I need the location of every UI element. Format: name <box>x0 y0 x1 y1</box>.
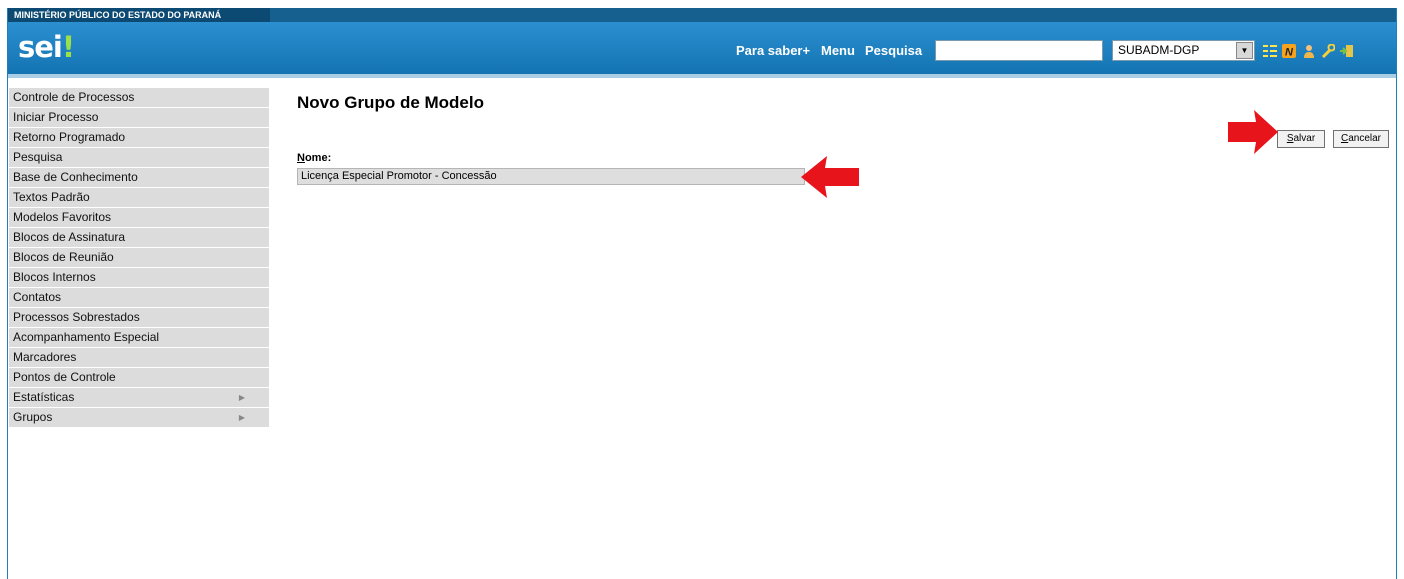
chevron-down-icon[interactable]: ▼ <box>1236 42 1253 59</box>
cancel-button[interactable]: Cancelar <box>1333 130 1389 148</box>
annotation-arrow-right <box>1228 110 1278 154</box>
sidebar-item-label: Textos Padrão <box>13 190 90 204</box>
sidebar-item-processos-sobrestados[interactable]: Processos Sobrestados <box>9 308 269 328</box>
name-field[interactable]: Licença Especial Promotor - Concessão <box>297 168 805 185</box>
name-label-accesskey: N <box>297 152 305 164</box>
sidebar-item-label: Blocos Internos <box>13 270 96 284</box>
sidebar-item-label: Marcadores <box>13 350 77 364</box>
top-strip: MINISTÉRIO PÚBLICO DO ESTADO DO PARANÁ <box>8 8 1396 22</box>
page-title: Novo Grupo de Modelo <box>297 93 484 112</box>
menu-link[interactable]: Menu <box>821 43 855 58</box>
sidebar-item-label: Estatísticas <box>13 390 75 404</box>
user-icon[interactable] <box>1302 44 1316 58</box>
sidebar-menu: Controle de Processos Iniciar Processo R… <box>9 88 269 428</box>
annotation-arrow-left <box>801 156 859 198</box>
list-view-icon[interactable] <box>1263 44 1277 58</box>
sidebar-item-label: Grupos <box>13 410 53 424</box>
sidebar-item-pontos-de-controle[interactable]: Pontos de Controle <box>9 368 269 388</box>
cancel-label: ancelar <box>1348 133 1382 144</box>
sidebar-item-marcadores[interactable]: Marcadores <box>9 348 269 368</box>
sei-logo[interactable]: sei! <box>18 30 75 64</box>
sidebar-item-pesquisa[interactable]: Pesquisa <box>9 148 269 168</box>
header-bar: sei! Para saber+ Menu Pesquisa SUBADM-DG… <box>8 22 1396 74</box>
sidebar-item-label: Base de Conhecimento <box>13 170 138 184</box>
sidebar-item-modelos-favoritos[interactable]: Modelos Favoritos <box>9 208 269 228</box>
sidebar-item-retorno-programado[interactable]: Retorno Programado <box>9 128 269 148</box>
sidebar-item-label: Contatos <box>13 290 62 304</box>
sidebar-item-label: Retorno Programado <box>13 130 126 144</box>
organization-name: MINISTÉRIO PÚBLICO DO ESTADO DO PARANÁ <box>8 8 270 22</box>
name-label-text: ome: <box>304 152 332 164</box>
logo-text: sei <box>18 30 63 64</box>
sidebar-item-contatos[interactable]: Contatos <box>9 288 269 308</box>
chevron-right-icon: ▶ <box>238 413 245 422</box>
sidebar-item-blocos-de-assinatura[interactable]: Blocos de Assinatura <box>9 228 269 248</box>
exit-icon[interactable] <box>1340 44 1354 58</box>
sidebar-item-blocos-de-reuniao[interactable]: Blocos de Reunião <box>9 248 269 268</box>
sidebar-item-controle-de-processos[interactable]: Controle de Processos <box>9 88 269 108</box>
header-divider <box>8 74 1396 78</box>
app-window: MINISTÉRIO PÚBLICO DO ESTADO DO PARANÁ s… <box>7 8 1397 579</box>
sidebar-item-iniciar-processo[interactable]: Iniciar Processo <box>9 108 269 128</box>
sidebar-item-base-de-conhecimento[interactable]: Base de Conhecimento <box>9 168 269 188</box>
chevron-right-icon: ▶ <box>238 393 245 402</box>
unit-select[interactable]: SUBADM-DGP ▼ <box>1112 40 1255 61</box>
sidebar-item-blocos-internos[interactable]: Blocos Internos <box>9 268 269 288</box>
sidebar-item-acompanhamento-especial[interactable]: Acompanhamento Especial <box>9 328 269 348</box>
sidebar-item-label: Modelos Favoritos <box>13 210 112 224</box>
pesquisa-label[interactable]: Pesquisa <box>865 43 922 58</box>
sidebar-item-label: Pontos de Controle <box>13 370 116 384</box>
logo-mark: ! <box>61 30 75 64</box>
svg-text:N: N <box>1285 47 1294 59</box>
sidebar-item-label: Acompanhamento Especial <box>13 330 160 344</box>
para-saber-link[interactable]: Para saber+ <box>736 43 810 58</box>
sidebar-item-textos-padrao[interactable]: Textos Padrão <box>9 188 269 208</box>
sidebar-item-label: Pesquisa <box>13 150 63 164</box>
sidebar-item-label: Blocos de Assinatura <box>13 230 126 244</box>
save-label: alvar <box>1293 133 1316 144</box>
unit-select-value: SUBADM-DGP <box>1118 43 1200 57</box>
sidebar-item-label: Iniciar Processo <box>13 110 99 124</box>
search-input[interactable] <box>935 40 1103 61</box>
sidebar-item-label: Blocos de Reunião <box>13 250 114 264</box>
name-field-label: Nome: <box>297 152 331 164</box>
sidebar-item-label: Controle de Processos <box>13 90 135 104</box>
sidebar-item-grupos[interactable]: Grupos ▶ <box>9 408 269 428</box>
save-button[interactable]: Salvar <box>1277 130 1325 148</box>
sidebar-item-estatisticas[interactable]: Estatísticas ▶ <box>9 388 269 408</box>
tools-icon[interactable] <box>1321 44 1335 58</box>
sidebar-item-label: Processos Sobrestados <box>13 310 140 324</box>
notes-icon[interactable]: N <box>1282 44 1296 58</box>
